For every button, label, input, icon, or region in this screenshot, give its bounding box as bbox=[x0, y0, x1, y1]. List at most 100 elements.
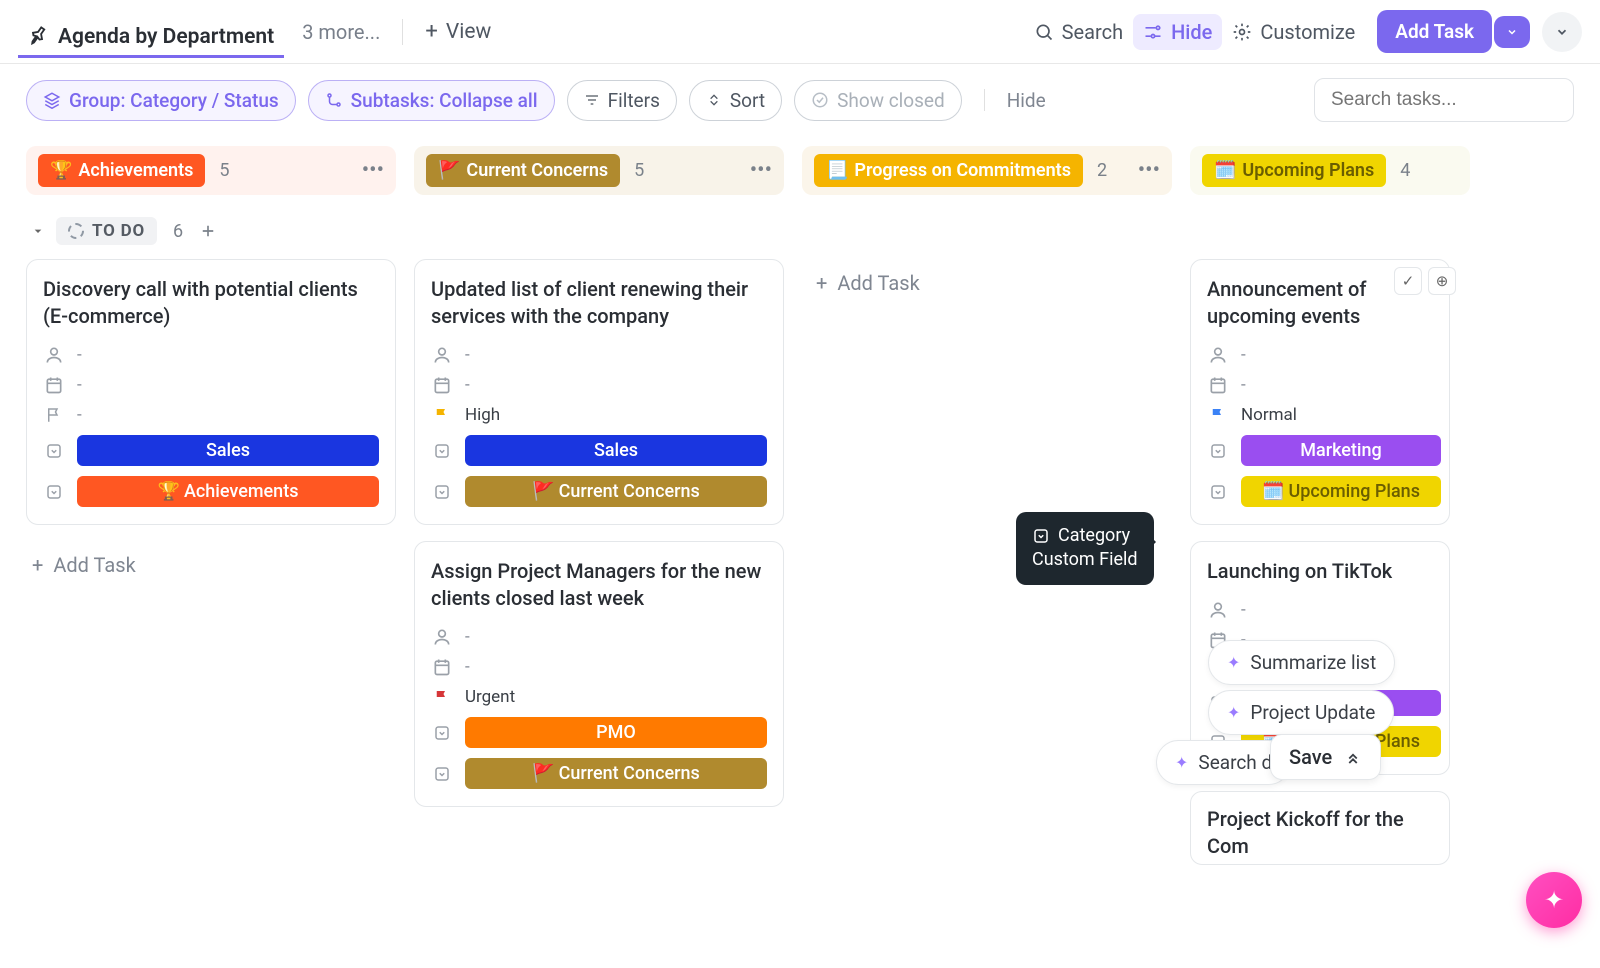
sort-label: Sort bbox=[730, 89, 765, 112]
tooltip-title: Category bbox=[1058, 524, 1130, 548]
plus-icon: + bbox=[816, 271, 827, 295]
assignee-value: - bbox=[77, 345, 82, 365]
dropdown-icon bbox=[43, 483, 65, 501]
calendar-icon bbox=[431, 375, 453, 395]
save-chip[interactable]: Save bbox=[1270, 734, 1381, 780]
column-header-achievements[interactable]: 🏆 Achievements 5 ••• bbox=[26, 146, 396, 195]
ai-fab-button[interactable]: ✦ bbox=[1526, 872, 1582, 928]
complete-task-button[interactable]: ✓ bbox=[1394, 267, 1422, 295]
ai-project-update-chip[interactable]: ✦ Project Update bbox=[1208, 690, 1394, 735]
more-menu-button[interactable] bbox=[1542, 12, 1582, 52]
priority-value: High bbox=[465, 405, 500, 425]
subtask-icon bbox=[325, 91, 343, 109]
column-count: 2 bbox=[1097, 160, 1107, 181]
category-badge[interactable]: 🚩Current Concerns bbox=[465, 758, 767, 789]
status-pill[interactable]: TO DO bbox=[56, 217, 157, 245]
column-header-concerns[interactable]: 🚩 Current Concerns 5 ••• bbox=[414, 146, 784, 195]
status-label: TO DO bbox=[92, 221, 145, 241]
check-circle-icon bbox=[811, 91, 829, 109]
view-name: Agenda by Department bbox=[58, 25, 274, 49]
current-view-tab[interactable]: Agenda by Department bbox=[18, 19, 284, 58]
date-value: - bbox=[465, 657, 470, 677]
column-count: 4 bbox=[1400, 160, 1410, 181]
ai-summarize-chip[interactable]: ✦ Summarize list bbox=[1208, 640, 1395, 685]
column-tag: 📃 Progress on Commitments bbox=[814, 154, 1083, 187]
assignee-value: - bbox=[465, 345, 470, 365]
task-card[interactable]: Assign Project Managers for the new clie… bbox=[414, 541, 784, 807]
column-count: 5 bbox=[634, 160, 644, 181]
sparkle-icon: ✦ bbox=[1227, 653, 1240, 672]
column-menu-icon[interactable]: ••• bbox=[362, 158, 384, 183]
add-task-link[interactable]: + Add Task bbox=[802, 259, 1172, 307]
task-card[interactable]: Discovery call with potential clients (E… bbox=[26, 259, 396, 525]
show-closed-pill[interactable]: Show closed bbox=[794, 80, 962, 121]
divider bbox=[984, 89, 985, 111]
add-task-label: Add Task bbox=[837, 271, 919, 295]
calendar-icon bbox=[43, 375, 65, 395]
task-card[interactable]: Project Kickoff for the Com bbox=[1190, 791, 1450, 865]
dropdown-icon bbox=[431, 483, 453, 501]
hide-button[interactable]: Hide bbox=[1133, 14, 1222, 50]
search-tasks-input[interactable] bbox=[1314, 78, 1574, 122]
category-badge[interactable]: 🗓️Upcoming Plans bbox=[1241, 476, 1441, 507]
customize-button[interactable]: Customize bbox=[1222, 14, 1365, 50]
save-label: Save bbox=[1289, 745, 1332, 769]
chevron-down-icon[interactable] bbox=[30, 223, 46, 239]
group-pill[interactable]: Group: Category / Status bbox=[26, 80, 296, 121]
more-views-link[interactable]: 3 more... bbox=[302, 20, 380, 44]
dropdown-icon bbox=[1207, 442, 1229, 460]
top-toolbar: Agenda by Department 3 more... + View Se… bbox=[0, 0, 1600, 64]
ai-summarize-label: Summarize list bbox=[1250, 651, 1376, 674]
priority-value: Normal bbox=[1241, 405, 1297, 425]
subtasks-pill[interactable]: Subtasks: Collapse all bbox=[308, 80, 555, 121]
pin-icon bbox=[28, 26, 50, 48]
sort-pill[interactable]: Sort bbox=[689, 80, 782, 121]
hide-filters-link[interactable]: Hide bbox=[1007, 89, 1046, 112]
sparkle-icon: ✦ bbox=[1175, 753, 1188, 772]
add-task-dropdown[interactable] bbox=[1494, 16, 1530, 48]
hide-label: Hide bbox=[1171, 20, 1212, 44]
search-icon bbox=[1034, 22, 1054, 42]
date-value: - bbox=[1241, 375, 1246, 395]
person-icon bbox=[43, 345, 65, 365]
ai-project-update-label: Project Update bbox=[1250, 701, 1375, 724]
date-value: - bbox=[77, 375, 82, 395]
column-menu-icon[interactable]: ••• bbox=[750, 158, 772, 183]
column-header-progress[interactable]: 📃 Progress on Commitments 2 ••• bbox=[802, 146, 1172, 195]
add-status-button[interactable] bbox=[199, 222, 217, 240]
department-badge[interactable]: PMO bbox=[465, 717, 767, 748]
search-button[interactable]: Search bbox=[1024, 14, 1133, 50]
search-label: Search bbox=[1062, 20, 1123, 44]
department-badge[interactable]: Sales bbox=[465, 435, 767, 466]
filter-icon bbox=[584, 92, 600, 108]
swimlane-count: 6 bbox=[173, 221, 183, 242]
column-header-upcoming[interactable]: 🗓️ Upcoming Plans 4 bbox=[1190, 146, 1470, 195]
page-icon: 📃 bbox=[826, 160, 848, 181]
flag-icon bbox=[431, 406, 453, 424]
person-icon bbox=[1207, 345, 1229, 365]
dropdown-icon bbox=[1032, 527, 1050, 545]
add-view-label: View bbox=[446, 20, 491, 44]
filters-pill[interactable]: Filters bbox=[567, 80, 677, 121]
divider bbox=[402, 19, 403, 45]
task-card[interactable]: Updated list of client renewing their se… bbox=[414, 259, 784, 525]
category-badge[interactable]: 🚩Current Concerns bbox=[465, 476, 767, 507]
task-title: Project Kickoff for the Com bbox=[1207, 806, 1437, 860]
tooltip-subtitle: Custom Field bbox=[1032, 548, 1138, 572]
add-view-button[interactable]: + View bbox=[425, 19, 491, 44]
tooltip-category-field: Category Custom Field bbox=[1016, 512, 1154, 585]
task-card[interactable]: Announcement of upcoming events - - Norm… bbox=[1190, 259, 1450, 525]
swimlane-header[interactable]: TO DO 6 bbox=[0, 195, 1600, 259]
priority-value: - bbox=[77, 405, 82, 425]
category-badge[interactable]: 🏆Achievements bbox=[77, 476, 379, 507]
add-task-link[interactable]: + Add Task bbox=[26, 541, 396, 589]
card-column-achievements: Discovery call with potential clients (E… bbox=[26, 259, 396, 589]
department-badge[interactable]: Marketing bbox=[1241, 435, 1441, 466]
column-menu-icon[interactable]: ••• bbox=[1138, 158, 1160, 183]
add-subtask-button[interactable]: ⊕ bbox=[1428, 267, 1456, 295]
add-task-label: Add Task bbox=[1395, 20, 1474, 43]
department-badge[interactable]: Sales bbox=[77, 435, 379, 466]
customize-label: Customize bbox=[1260, 20, 1355, 44]
add-task-button[interactable]: Add Task bbox=[1377, 10, 1492, 53]
sliders-icon bbox=[1143, 22, 1163, 42]
